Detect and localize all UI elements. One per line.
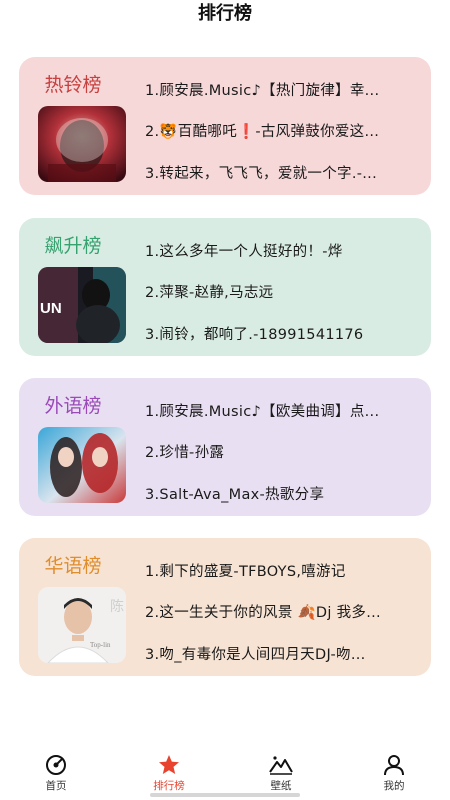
chart-card-hot[interactable]: 热铃榜 1.顾安晨.Music♪【热门旋律】幸... 2.🐯百酷哪吒❗-古风弹鼓… <box>19 57 431 195</box>
mountain-icon <box>269 756 293 775</box>
tab-label: 我的 <box>383 780 405 792</box>
tab-label: 首页 <box>45 780 67 792</box>
home-indicator <box>150 793 300 797</box>
chart-title: 华语榜 <box>44 555 102 577</box>
cover-text: UN <box>40 300 62 317</box>
chart-cover-image <box>38 427 126 503</box>
song-item[interactable]: 1.顾安晨.Music♪【欧美曲调】点... <box>145 400 421 421</box>
chart-cover-image: Top-lin 陈 <box>38 587 126 663</box>
tab-mine[interactable]: 我的 <box>344 754 444 793</box>
song-list: 1.顾安晨.Music♪【热门旋律】幸... 2.🐯百酷哪吒❗-古风弹鼓你爱这.… <box>145 57 423 195</box>
song-item[interactable]: 3.转起来，飞飞飞，爱就一个字.-... <box>145 162 421 183</box>
song-item[interactable]: 3.Salt-Ava_Max-热歌分享 <box>145 483 421 504</box>
song-list: 1.顾安晨.Music♪【欧美曲调】点... 2.珍惜-孙露 3.Salt-Av… <box>145 378 423 516</box>
chart-title: 热铃榜 <box>44 74 102 96</box>
song-item[interactable]: 1.剩下的盛夏-TFBOYS,嘻游记 <box>145 560 421 581</box>
star-icon <box>159 755 179 774</box>
song-item[interactable]: 2.珍惜-孙露 <box>145 441 421 462</box>
song-item[interactable]: 1.顾安晨.Music♪【热门旋律】幸... <box>145 79 421 100</box>
song-list: 1.这么多年一个人挺好的！-烨 2.萍聚-赵静,马志远 3.闹铃，都响了.-18… <box>145 218 423 356</box>
song-item[interactable]: 2.🐯百酷哪吒❗-古风弹鼓你爱这... <box>145 120 421 141</box>
song-item[interactable]: 3.闹铃，都响了.-18991541176 <box>145 323 421 344</box>
song-item[interactable]: 1.这么多年一个人挺好的！-烨 <box>145 240 421 261</box>
page-header: 排行榜 <box>0 0 450 30</box>
tab-label: 壁纸 <box>270 780 292 792</box>
chart-card-foreign[interactable]: 外语榜 1.顾安晨.Music♪【欧美曲调】点... 2.珍惜-孙露 3.Sal… <box>19 378 431 516</box>
song-item[interactable]: 3.吻_有毒你是人间四月天DJ-吻... <box>145 643 421 664</box>
song-item[interactable]: 2.萍聚-赵静,马志远 <box>145 281 421 302</box>
chart-title: 外语榜 <box>44 395 102 417</box>
chart-cover-image: UN <box>38 267 126 343</box>
page-title: 排行榜 <box>198 3 252 24</box>
music-disc-icon <box>46 755 66 775</box>
tab-label: 排行榜 <box>153 780 185 792</box>
cover-text: Top-lin <box>90 641 111 649</box>
song-list: 1.剩下的盛夏-TFBOYS,嘻游记 2.这一生关于你的风景 🍂Dj 我多...… <box>145 538 423 676</box>
tab-home[interactable]: 首页 <box>6 754 106 793</box>
user-icon <box>384 755 404 776</box>
chart-cover-image <box>38 106 126 182</box>
song-item[interactable]: 2.这一生关于你的风景 🍂Dj 我多... <box>145 601 421 622</box>
chart-card-rising[interactable]: 飙升榜 UN 1.这么多年一个人挺好的！-烨 2.萍聚-赵静,马志远 3.闹铃，… <box>19 218 431 356</box>
chart-title: 飙升榜 <box>44 235 102 257</box>
svg-text:陈: 陈 <box>110 598 124 615</box>
chart-card-chinese[interactable]: 华语榜 Top-lin 陈 1.剩下的盛夏-TFBOYS,嘻游记 2.这一生关于… <box>19 538 431 676</box>
tab-wallpaper[interactable]: 壁纸 <box>231 754 331 793</box>
tab-rankings[interactable]: 排行榜 <box>119 754 219 793</box>
